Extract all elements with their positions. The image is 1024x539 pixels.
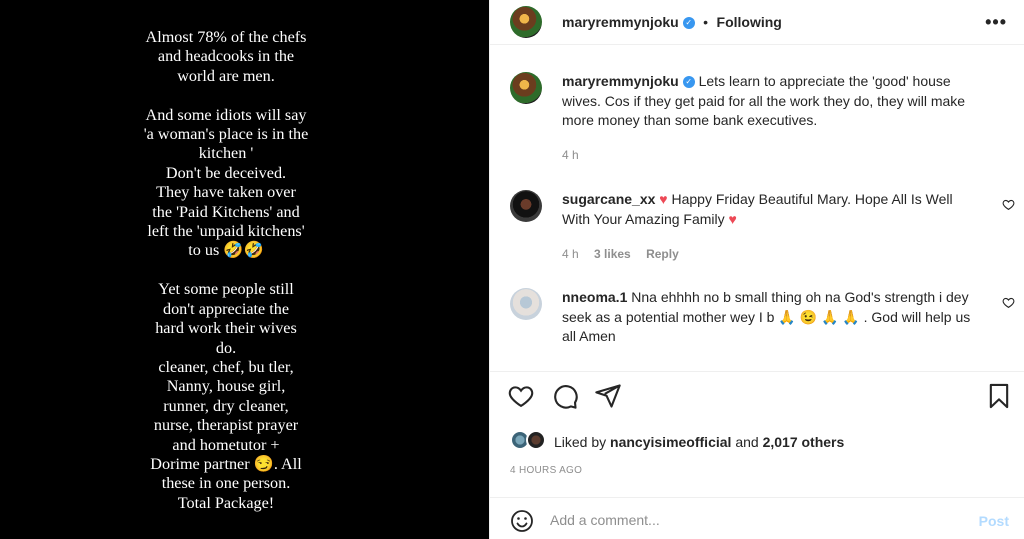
avatar[interactable]	[510, 6, 542, 38]
avatar[interactable]	[526, 430, 546, 450]
likes-middle: and	[731, 434, 763, 450]
verified-badge-icon: ✓	[682, 16, 695, 29]
comment-meta: 4 h 3 likes Reply	[562, 247, 691, 261]
share-icon[interactable]	[594, 382, 622, 410]
post-panel: maryremmynjoku ✓ • Following ••• maryremm…	[489, 0, 1024, 539]
avatar[interactable]	[510, 72, 542, 104]
post-button[interactable]: Post	[979, 513, 1009, 529]
caption-time[interactable]: 4 h	[562, 148, 579, 162]
red-heart-emoji: ♥	[728, 210, 737, 227]
post-header: maryremmynjoku ✓ • Following •••	[490, 0, 1024, 45]
comment-body: sugarcane_xx ♥ Happy Friday Beautiful Ma…	[562, 190, 982, 229]
liker-avatars	[510, 430, 550, 452]
following-button[interactable]: Following	[717, 14, 782, 30]
comment-icon[interactable]	[551, 382, 579, 410]
comments-list: maryremmynjoku ✓ Lets learn to appreciate…	[490, 46, 1024, 370]
header-user: maryremmynjoku ✓ • Following	[562, 14, 782, 32]
reply-button[interactable]: Reply	[646, 247, 679, 261]
heart-icon[interactable]	[507, 382, 535, 410]
separator-dot: •	[703, 14, 709, 30]
caption-meta: 4 h	[562, 148, 591, 162]
liker-username-link[interactable]: nancyisimeofficial	[610, 434, 731, 450]
likes-prefix: Liked by	[554, 434, 611, 450]
like-comment-icon[interactable]	[1002, 296, 1015, 312]
caption-body: maryremmynjoku ✓ Lets learn to appreciate…	[562, 72, 982, 131]
like-comment-icon[interactable]	[1002, 198, 1015, 214]
comment-input[interactable]	[550, 508, 950, 532]
verified-badge-icon: ✓	[682, 76, 695, 89]
post-image: Almost 78% of the chefs and headcooks in…	[0, 0, 489, 539]
comment-likes[interactable]: 3 likes	[594, 247, 631, 261]
comment-time[interactable]: 4 h	[562, 247, 579, 261]
bookmark-icon[interactable]	[985, 382, 1013, 410]
emoji-icon[interactable]	[510, 509, 534, 533]
username-link[interactable]: nneoma.1	[562, 289, 627, 305]
image-text: Almost 78% of the chefs and headcooks in…	[143, 28, 309, 512]
likes-others-link[interactable]: 2,017 others	[763, 434, 845, 450]
username-link[interactable]: maryremmynjoku	[562, 73, 679, 89]
action-bar	[490, 371, 1024, 419]
username-link[interactable]: maryremmynjoku	[562, 14, 679, 30]
likes-text: Liked by nancyisimeofficial and 2,017 ot…	[554, 434, 844, 450]
red-heart-emoji: ♥	[659, 191, 668, 207]
comment-body: nneoma.1 Nna ehhhh no b small thing oh n…	[562, 288, 982, 347]
username-link[interactable]: sugarcane_xx	[562, 191, 655, 207]
post-timestamp[interactable]: 4 HOURS AGO	[510, 465, 582, 476]
more-horizontal-icon[interactable]: •••	[985, 12, 1007, 33]
avatar[interactable]	[510, 190, 542, 222]
add-comment-bar: Post	[490, 497, 1024, 539]
avatar[interactable]	[510, 288, 542, 320]
